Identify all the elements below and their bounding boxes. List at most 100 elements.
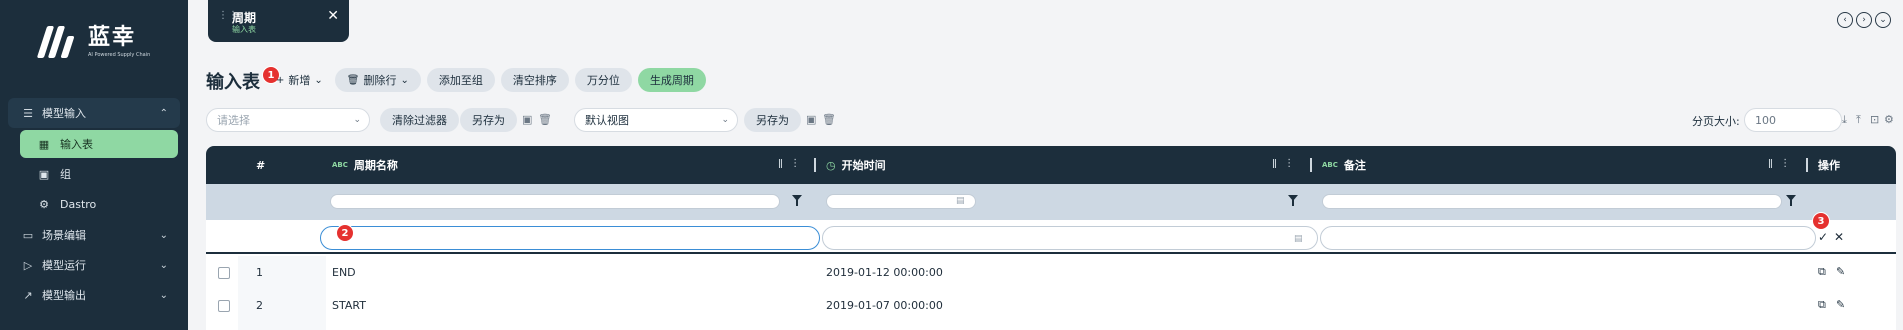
row-checkbox[interactable] bbox=[218, 267, 230, 279]
column-header-start[interactable]: ◷ 开始时间 bbox=[826, 146, 886, 184]
chart-icon: ↗ bbox=[23, 288, 33, 302]
new-note-input[interactable] bbox=[1320, 226, 1816, 250]
chevron-left-icon[interactable]: ‹ bbox=[1837, 12, 1853, 28]
copy-icon[interactable]: ⧉ bbox=[1818, 265, 1826, 279]
filter-select-placeholder: 请选择 bbox=[217, 114, 250, 127]
save-view-as-button[interactable]: 另存为 bbox=[744, 108, 801, 132]
filter-bar: 请选择 ⌄ 清除过滤器 另存为 ▣ 🗑 默认视图 ⌄ 另存为 ▣ 🗑 分页大小:… bbox=[206, 108, 1896, 132]
add-to-group-button[interactable]: 添加至组 bbox=[426, 68, 495, 92]
note-filter-input[interactable] bbox=[1322, 194, 1782, 209]
table-row[interactable]: 2 START 2019-01-07 00:00:00 ⧉ ✎ bbox=[206, 289, 1896, 322]
sidebar-item-input-table[interactable]: ▦ 输入表 bbox=[20, 130, 178, 158]
row-index: 1 bbox=[256, 266, 263, 279]
new-name-input[interactable] bbox=[320, 226, 820, 250]
sidebar-group-model-output[interactable]: ↗ 模型输出 ⌄ bbox=[8, 280, 180, 310]
settings-icon[interactable]: ⚙ bbox=[1884, 113, 1894, 126]
filter-select[interactable]: 请选择 ⌄ bbox=[206, 108, 370, 132]
row-checkbox[interactable] bbox=[218, 300, 230, 312]
sidebar-group-scenario-edit[interactable]: ▭ 场景编辑 ⌄ bbox=[8, 220, 180, 250]
close-icon[interactable]: ✕ bbox=[327, 8, 339, 24]
chevron-right-icon[interactable]: › bbox=[1856, 12, 1872, 28]
column-header-name-label: 周期名称 bbox=[353, 159, 398, 172]
filter-icon[interactable] bbox=[1786, 195, 1796, 206]
view-select-value: 默认视图 bbox=[585, 114, 629, 127]
sidebar-item-group[interactable]: ▣ 组 bbox=[20, 160, 178, 188]
toolbar: + 新增 ⌄ 🗑 删除行 ⌄ 添加至组 清空排序 万分位 生成周期 bbox=[270, 68, 706, 92]
trash-icon[interactable]: 🗑 bbox=[538, 113, 552, 126]
column-header-note[interactable]: ABC 备注 bbox=[1322, 146, 1366, 184]
delete-row-button[interactable]: 🗑 删除行 ⌄ bbox=[334, 68, 421, 92]
group-icon: ▣ bbox=[38, 167, 50, 181]
edit-icon[interactable]: ✎ bbox=[1836, 265, 1845, 278]
sidebar-group-model-run[interactable]: ▷ 模型运行 ⌄ bbox=[8, 250, 180, 280]
sidebar-item-label: 输入表 bbox=[60, 138, 93, 151]
save-as-button[interactable]: 另存为 bbox=[460, 108, 517, 132]
monitor-icon: ▭ bbox=[22, 228, 34, 242]
generate-period-button[interactable]: 生成周期 bbox=[637, 68, 706, 92]
column-header-index: # bbox=[256, 158, 266, 172]
text-type-icon: ABC bbox=[332, 161, 348, 169]
edit-icon[interactable]: ✎ bbox=[1836, 298, 1845, 311]
row-name[interactable]: END bbox=[332, 266, 356, 279]
download-icon[interactable]: ⤓ bbox=[1842, 113, 1847, 127]
sidebar-group-model-input[interactable]: ☰ 模型输入 ⌃ bbox=[8, 98, 180, 128]
calendar-icon[interactable]: ▤ bbox=[1294, 234, 1303, 244]
sidebar: 蓝幸 AI Powered Supply Chain ☰ 模型输入 ⌃ ▦ 输入… bbox=[0, 0, 188, 330]
brand-tagline: AI Powered Supply Chain bbox=[88, 52, 151, 58]
step-badge-2: 2 bbox=[336, 224, 354, 242]
add-button[interactable]: + 新增 ⌄ bbox=[270, 68, 329, 92]
row-name[interactable]: START bbox=[332, 299, 366, 312]
chevron-down-icon: ⌄ bbox=[314, 74, 323, 86]
copy-icon[interactable]: ⧉ bbox=[1818, 298, 1826, 312]
brand-logo[interactable]: 蓝幸 AI Powered Supply Chain bbox=[36, 24, 151, 60]
save-icon[interactable]: ▣ bbox=[522, 113, 532, 126]
start-filter-input[interactable] bbox=[826, 194, 976, 209]
clear-filter-button[interactable]: 清除过滤器 bbox=[380, 108, 459, 132]
sidebar-nav: ☰ 模型输入 ⌃ ▦ 输入表 ▣ 组 ⚙ Dastro ▭ 场景编辑 ⌄ ▷ 模… bbox=[0, 98, 188, 310]
new-row-editor: ▤ ✓ ✕ bbox=[206, 220, 1896, 254]
tab-subtitle: 输入表 bbox=[232, 25, 256, 34]
page-size-input[interactable]: 100 bbox=[1744, 108, 1842, 132]
grid-header: # ABC 周期名称 ǁ ⋮ ◷ 开始时间 ǁ ⋮ ABC 备注 ǁ ⋮ 操作 bbox=[206, 146, 1896, 184]
sidebar-item-label: Dastro bbox=[60, 197, 97, 211]
upload-icon[interactable]: ⤒ bbox=[1856, 113, 1861, 127]
column-header-name[interactable]: ABC 周期名称 bbox=[332, 146, 398, 184]
view-select[interactable]: 默认视图 ⌄ bbox=[574, 108, 738, 132]
column-resize-icon[interactable]: ǁ ⋮ bbox=[778, 158, 802, 169]
chevron-up-icon: ⌃ bbox=[159, 107, 168, 119]
row-start[interactable]: 2019-01-12 00:00:00 bbox=[826, 266, 943, 279]
page-size-label: 分页大小: bbox=[1692, 115, 1740, 128]
column-header-action: 操作 bbox=[1818, 159, 1840, 172]
column-resize-icon[interactable]: ǁ ⋮ bbox=[1272, 158, 1296, 169]
filter-icon[interactable] bbox=[792, 195, 802, 206]
gear-icon: ⚙ bbox=[39, 197, 49, 211]
chevron-down-icon: ⌄ bbox=[159, 259, 168, 271]
chevron-down-icon[interactable]: ⌄ bbox=[1875, 12, 1891, 28]
clear-sort-button[interactable]: 清空排序 bbox=[500, 68, 569, 92]
clock-icon: ◷ bbox=[826, 158, 836, 172]
cancel-icon[interactable]: ✕ bbox=[1834, 230, 1844, 244]
table-icon: ▦ bbox=[38, 137, 50, 151]
filter-icon[interactable] bbox=[1288, 195, 1298, 206]
new-start-input[interactable] bbox=[822, 226, 1318, 250]
tab-period[interactable]: ⋮⋮ 周期 输入表 ✕ bbox=[208, 0, 349, 42]
name-filter-input[interactable] bbox=[330, 194, 780, 209]
sidebar-group-label: 模型输入 bbox=[42, 107, 86, 120]
percentile-button[interactable]: 万分位 bbox=[574, 68, 632, 92]
chevron-down-icon: ⌄ bbox=[721, 115, 729, 125]
save-icon[interactable]: ▣ bbox=[806, 113, 816, 126]
grid-filter-row: ▤ bbox=[206, 184, 1896, 220]
column-resize-icon[interactable]: ǁ ⋮ bbox=[1768, 158, 1792, 169]
confirm-icon[interactable]: ✓ bbox=[1818, 230, 1828, 244]
export-icon[interactable]: ⊡ bbox=[1870, 113, 1879, 126]
sidebar-item-dastro[interactable]: ⚙ Dastro bbox=[20, 190, 178, 218]
trash-icon[interactable]: 🗑 bbox=[822, 113, 836, 126]
tab-navigation: ‹ › ⌄ bbox=[1837, 12, 1891, 28]
calendar-icon[interactable]: ▤ bbox=[956, 196, 965, 206]
row-start[interactable]: 2019-01-07 00:00:00 bbox=[826, 299, 943, 312]
play-icon: ▷ bbox=[23, 258, 33, 272]
sidebar-group-label: 模型运行 bbox=[42, 259, 86, 272]
chevron-down-icon: ⌄ bbox=[159, 229, 168, 241]
table-row[interactable]: 1 END 2019-01-12 00:00:00 ⧉ ✎ bbox=[206, 256, 1896, 289]
sidebar-group-label: 模型输出 bbox=[42, 289, 86, 302]
